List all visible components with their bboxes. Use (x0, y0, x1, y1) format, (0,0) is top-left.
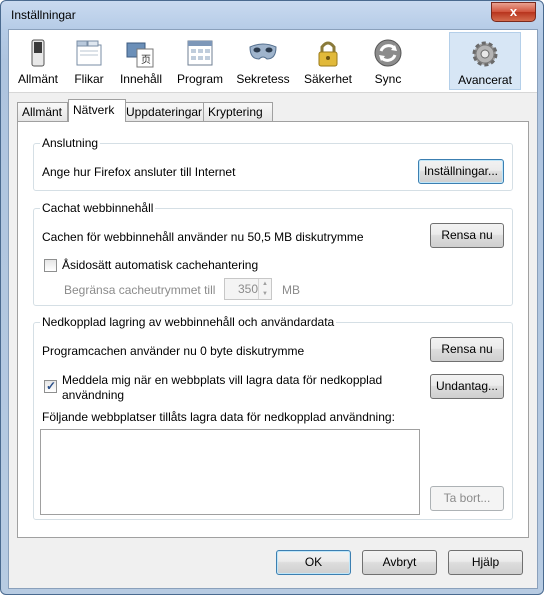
override-cache-checkbox[interactable] (44, 259, 57, 272)
offline-sites-label: Följande webbplatser tillåts lagra data … (42, 410, 395, 424)
privacy-mask-icon (249, 43, 277, 60)
sync-icon (374, 39, 402, 67)
toolbar-label: Innehåll (119, 72, 163, 86)
content-icon: 页 (126, 42, 154, 68)
clear-cache-button[interactable]: Rensa nu (430, 223, 504, 248)
preferences-window: Inställningar x Allmänt Flikar 页 Innehål… (0, 0, 544, 595)
toolbar-applications-button[interactable]: Program (171, 32, 229, 88)
cache-group: Cachat webbinnehåll Cachen för webbinneh… (33, 201, 513, 306)
network-tab-panel: Anslutning Ange hur Firefox ansluter til… (17, 121, 529, 538)
toolbar-privacy-button[interactable]: Sekretess (231, 32, 295, 88)
toolbar-label: Program (176, 72, 223, 86)
toolbar-label: Avancerat (458, 73, 512, 87)
notify-offline-label-line2[interactable]: användning (62, 388, 124, 402)
toolbar-label: Säkerhet (303, 72, 353, 86)
close-button[interactable]: x (491, 2, 536, 22)
toolbar-label: Sekretess (236, 72, 290, 86)
toolbar-label: Allmänt (17, 72, 58, 86)
checkmark-icon: ✓ (46, 379, 57, 393)
override-cache-label[interactable]: Åsidosätt automatisk cachehantering (62, 258, 258, 272)
title-bar[interactable]: Inställningar x (1, 1, 543, 29)
cache-limit-stepper[interactable]: 350 ▲ ▼ (224, 278, 272, 300)
cache-usage-text: Cachen för webbinnehåll använder nu 50,5… (42, 230, 364, 244)
connection-legend: Anslutning (40, 136, 101, 150)
connection-description: Ange hur Firefox ansluter till Internet (42, 165, 236, 179)
applications-icon (187, 40, 213, 66)
toolbar-security-button[interactable]: Säkerhet (297, 32, 359, 88)
help-button[interactable]: Hjälp (448, 550, 523, 575)
toolbar-sync-button[interactable]: Sync (361, 32, 415, 88)
tab-updates[interactable]: Uppdateringar (121, 102, 207, 121)
cache-limit-unit: MB (282, 283, 300, 297)
exceptions-button[interactable]: Undantag... (430, 374, 504, 399)
cancel-button[interactable]: Avbryt (362, 550, 437, 575)
toolbar-content-button[interactable]: 页 Innehåll (113, 32, 169, 88)
stepper-arrows[interactable]: ▲ ▼ (258, 279, 271, 299)
svg-text:页: 页 (141, 54, 151, 66)
tabs-icon (76, 40, 102, 66)
offline-sites-list[interactable] (40, 429, 420, 515)
toolbar-general-button[interactable]: Allmänt (11, 32, 65, 88)
gear-icon (472, 41, 498, 67)
switch-icon (31, 39, 45, 67)
notify-offline-label-line1[interactable]: Meddela mig när en webbplats vill lagra … (62, 373, 382, 387)
clear-offline-button[interactable]: Rensa nu (430, 337, 504, 362)
toolbar-label: Flikar (74, 72, 104, 86)
preferences-toolbar: Allmänt Flikar 页 Innehåll Program Sekret… (9, 30, 537, 93)
toolbar-advanced-button[interactable]: Avancerat (449, 32, 521, 90)
offline-storage-group: Nedkopplad lagring av webbinnehåll och a… (33, 315, 513, 520)
notify-offline-checkbox[interactable]: ✓ (44, 379, 57, 393)
window-title: Inställningar (11, 8, 76, 22)
tab-general[interactable]: Allmänt (17, 102, 68, 121)
offline-legend: Nedkopplad lagring av webbinnehåll och a… (40, 315, 337, 329)
cache-legend: Cachat webbinnehåll (40, 201, 156, 215)
connection-group: Anslutning Ange hur Firefox ansluter til… (33, 136, 513, 191)
remove-site-button[interactable]: Ta bort... (430, 486, 504, 511)
chevron-up-icon[interactable]: ▲ (259, 279, 271, 289)
toolbar-label: Sync (374, 72, 402, 86)
tab-network[interactable]: Nätverk (68, 99, 126, 122)
offline-usage-text: Programcachen använder nu 0 byte diskutr… (42, 344, 305, 358)
toolbar-tabs-button[interactable]: Flikar (67, 32, 111, 88)
cache-limit-value: 350 (237, 282, 258, 296)
connection-settings-button[interactable]: Inställningar... (418, 159, 504, 184)
chevron-down-icon[interactable]: ▼ (259, 289, 271, 299)
padlock-icon (318, 41, 338, 67)
close-icon: x (509, 4, 518, 19)
cache-limit-label: Begränsa cacheutrymmet till (64, 283, 216, 297)
ok-button[interactable]: OK (276, 550, 351, 575)
tab-encryption[interactable]: Kryptering (203, 102, 273, 121)
dialog-client-area: Allmänt Flikar 页 Innehåll Program Sekret… (8, 29, 538, 589)
